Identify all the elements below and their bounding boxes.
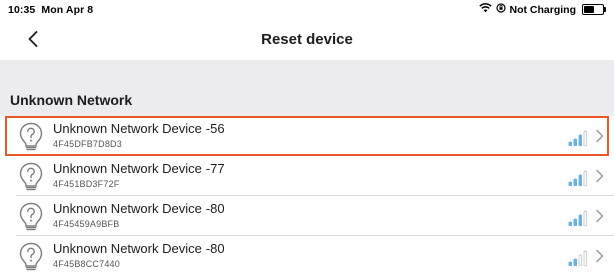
section-header: Unknown Network [0,84,614,116]
status-indicators: Not Charging [478,3,606,16]
device-rssi: -77 [205,161,225,176]
status-time: 10:35 [8,4,36,16]
device-mac: 4F45B8CC7440 [53,259,120,269]
wifi-icon [478,3,492,16]
page-title: Reset device [261,31,353,48]
chevron-right-icon [595,209,605,223]
device-row[interactable]: Unknown Network Device -80 4F45459A9BFB [0,196,614,236]
device-rssi: -80 [205,241,225,256]
signal-strength-icon [568,250,588,267]
device-name: Unknown Network Device [53,161,202,176]
chevron-right-icon [595,129,605,143]
status-date: Mon Apr 8 [41,4,94,16]
status-time-date: 10:35 Mon Apr 8 [8,4,93,16]
device-mac: 4F45459A9BFB [53,219,120,229]
device-row[interactable]: Unknown Network Device -56 4F45DFB7D8D3 [5,116,609,156]
charging-status-text: Not Charging [509,3,577,16]
signal-strength-icon [568,130,588,147]
device-rssi: -80 [205,201,225,216]
device-name: Unknown Network Device [53,201,202,216]
status-bar: 10:35 Mon Apr 8 Not Charging [0,0,614,20]
header-spacer [0,60,614,84]
device-name-line: Unknown Network Device -77 [53,161,225,176]
lightbulb-question-icon [18,242,44,272]
signal-strength-icon [568,210,588,227]
navigation-bar: Reset device [0,20,614,60]
device-name: Unknown Network Device [53,241,202,256]
device-name-line: Unknown Network Device -56 [53,121,225,136]
signal-strength-icon [568,170,588,187]
device-list: Unknown Network Device -56 4F45DFB7D8D3 Un… [0,116,614,276]
orientation-lock-icon [495,3,506,16]
battery-fill [584,6,594,13]
chevron-right-icon [595,169,605,183]
device-row[interactable]: Unknown Network Device -77 4F451BD3F72F [0,156,614,196]
lightbulb-question-icon [18,122,44,152]
device-rssi: -56 [205,121,225,136]
chevron-right-icon [595,249,605,263]
battery-icon [582,4,606,15]
lightbulb-question-icon [18,162,44,192]
device-row[interactable]: Unknown Network Device -80 4F45B8CC7440 [0,236,614,276]
device-name: Unknown Network Device [53,121,202,136]
device-mac: 4F45DFB7D8D3 [53,139,122,149]
lightbulb-question-icon [18,202,44,232]
device-name-line: Unknown Network Device -80 [53,241,225,256]
device-mac: 4F451BD3F72F [53,179,120,189]
device-name-line: Unknown Network Device -80 [53,201,225,216]
